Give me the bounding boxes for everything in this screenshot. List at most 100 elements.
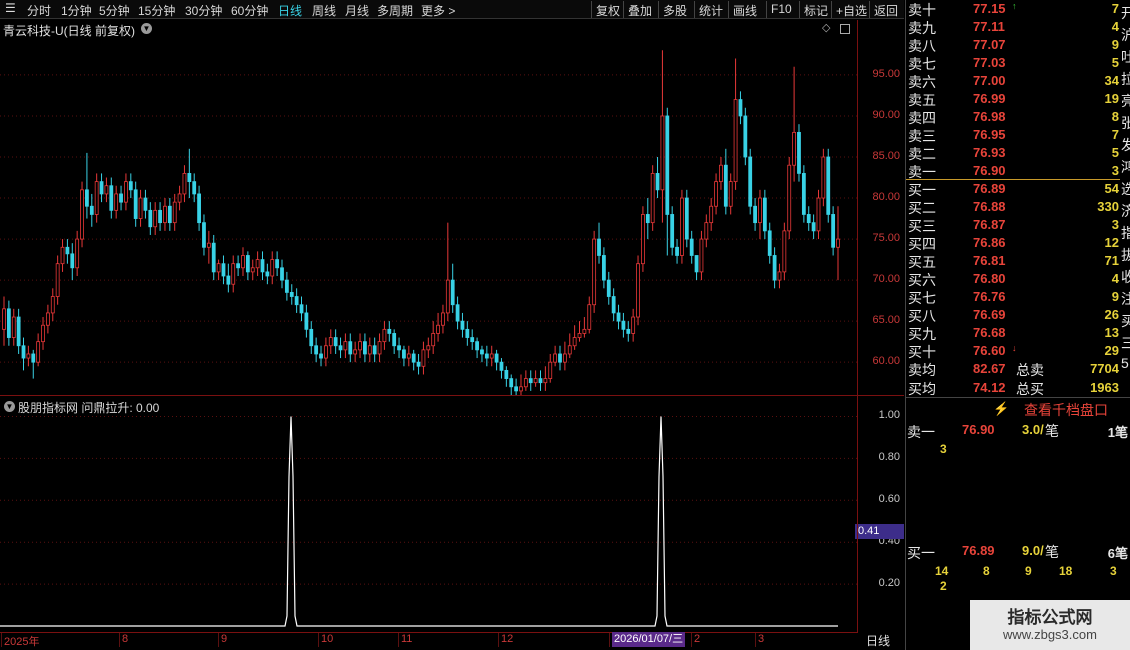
candle-body	[109, 185, 114, 211]
candle	[801, 165, 806, 223]
candle-body	[31, 353, 36, 363]
candle-body	[333, 337, 338, 347]
toolbar-action-6[interactable]: 标记	[804, 2, 828, 19]
tick-buy-label: 买一	[907, 545, 935, 561]
period-tab-9[interactable]: 多周期	[377, 2, 413, 19]
ask-row[interactable]: 卖十 77.15 ↑ 7	[906, 0, 1130, 18]
level-volume: 13	[1104, 325, 1119, 340]
candle	[397, 337, 401, 359]
menu-icon[interactable]: ☰	[5, 1, 16, 15]
period-tab-1[interactable]: 1分钟	[61, 2, 92, 19]
level-label: 卖十	[908, 2, 936, 18]
period-tab-4[interactable]: 30分钟	[185, 2, 222, 19]
candle-body	[124, 181, 128, 203]
ask-row[interactable]: 卖一 76.90 3	[906, 162, 1130, 180]
ask-row[interactable]: 卖二 76.93 5	[906, 144, 1130, 162]
candle-body	[363, 341, 367, 355]
bid-row[interactable]: 买一 76.89 54	[906, 180, 1130, 198]
candle	[816, 189, 821, 240]
side-char: 发	[1121, 137, 1130, 153]
candle	[465, 321, 470, 346]
candle	[792, 66, 797, 182]
ask-row[interactable]: 卖九 77.11 4	[906, 18, 1130, 36]
bid-row[interactable]: 买八 76.69 26	[906, 306, 1130, 324]
candle-body	[821, 156, 826, 199]
candle	[797, 124, 801, 182]
ask-row[interactable]: 卖六 77.00 34	[906, 72, 1130, 90]
ask-row[interactable]: 卖八 77.07 9	[906, 36, 1130, 54]
candle	[211, 234, 216, 281]
toolbar-action-0[interactable]: 复权	[596, 2, 620, 19]
avg-price: 82.67	[973, 361, 1006, 376]
period-tab-8[interactable]: 月线	[345, 2, 369, 19]
bid-row[interactable]: 买三 76.87 3	[906, 216, 1130, 234]
candle-body	[611, 296, 616, 314]
period-tab-7[interactable]: 周线	[312, 2, 336, 19]
window-icon[interactable]	[840, 24, 850, 34]
candle	[753, 198, 757, 231]
up-arrow-icon: ↑	[1012, 1, 1017, 11]
candle-body	[304, 312, 309, 330]
bid-row[interactable]: 买十 76.60 ↓ 29	[906, 342, 1130, 360]
ask-row[interactable]: 卖四 76.98 8	[906, 108, 1130, 126]
candle	[709, 198, 714, 231]
candle-body	[606, 279, 611, 297]
candle-body	[567, 345, 572, 355]
period-tab-10[interactable]: 更多 >	[421, 2, 455, 19]
candle-body	[231, 263, 236, 285]
candle	[187, 148, 192, 199]
candle	[680, 189, 684, 264]
candle-body	[294, 296, 299, 306]
period-tab-2[interactable]: 5分钟	[99, 2, 130, 19]
view-depth-link[interactable]: 查看千档盘口	[1024, 400, 1108, 420]
bid-row[interactable]: 买九 76.68 13	[906, 324, 1130, 342]
candle	[533, 370, 538, 387]
tick-sell-amount: 3.0/	[1022, 422, 1044, 437]
toolbar-action-7[interactable]: +自选	[836, 2, 867, 19]
period-tab-3[interactable]: 15分钟	[138, 2, 175, 19]
diamond-icon[interactable]: ◇	[822, 21, 830, 34]
level-price: 76.86	[973, 235, 1006, 250]
candle-body	[670, 214, 675, 248]
toolbar-action-1[interactable]: 叠加	[628, 2, 652, 19]
candle-body	[104, 185, 109, 195]
candle	[343, 333, 348, 359]
toolbar-action-8[interactable]: 返回	[874, 2, 898, 19]
level-price: 76.76	[973, 289, 1006, 304]
bid-row[interactable]: 买五 76.81 71	[906, 252, 1130, 270]
bid-row[interactable]: 买六 76.80 4	[906, 270, 1130, 288]
chevron-down-icon[interactable]: ▼	[141, 23, 152, 34]
period-tab-5[interactable]: 60分钟	[231, 2, 268, 19]
toolbar-action-4[interactable]: 画线	[733, 2, 757, 19]
level-volume: 12	[1104, 235, 1119, 250]
ask-row[interactable]: 卖五 76.99 19	[906, 90, 1130, 108]
period-label[interactable]: 日线	[866, 632, 890, 649]
candle-body	[148, 209, 153, 228]
candle-body	[289, 292, 294, 297]
ask-row[interactable]: 卖七 77.03 5	[906, 54, 1130, 72]
candle-body	[206, 242, 211, 248]
level-volume: 29	[1104, 343, 1119, 358]
candle	[299, 296, 304, 322]
toolbar-action-2[interactable]: 多股	[663, 2, 687, 19]
candle-body	[704, 222, 709, 240]
toolbar-action-5[interactable]: F10	[771, 2, 792, 16]
candle	[758, 189, 762, 240]
toolbar-action-3[interactable]: 统计	[699, 2, 723, 19]
period-tab-0[interactable]: 分时	[27, 2, 51, 19]
bid-row[interactable]: 买二 76.88 330	[906, 198, 1130, 216]
level-label: 买四	[908, 236, 936, 252]
candle-body	[41, 324, 45, 343]
candle	[660, 50, 665, 223]
candle-body	[377, 341, 382, 355]
level-price: 76.99	[973, 91, 1006, 106]
candle-body	[436, 324, 440, 334]
bid-row[interactable]: 买四 76.86 12	[906, 234, 1130, 252]
period-tab-6[interactable]: 日线	[278, 2, 302, 19]
level-volume: 54	[1104, 181, 1119, 196]
bid-row[interactable]: 买七 76.76 9	[906, 288, 1130, 306]
candle-body	[372, 345, 377, 355]
ask-row[interactable]: 卖三 76.95 7	[906, 126, 1130, 144]
level-label: 卖三	[908, 128, 936, 144]
candle	[275, 251, 280, 276]
